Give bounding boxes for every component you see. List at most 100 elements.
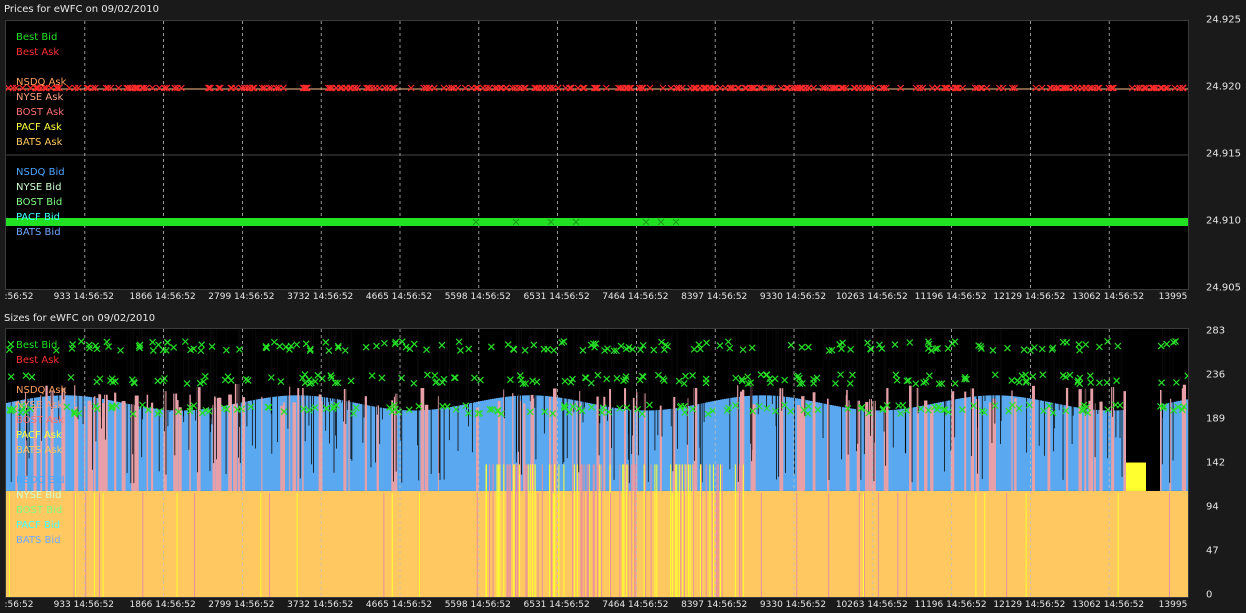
bid-size-marker [1039, 371, 1047, 379]
bid-size-marker [1030, 344, 1038, 351]
size-panel-title: Sizes for eWFC on 09/02/2010 [4, 313, 156, 324]
y-tick-label: 189 [1206, 413, 1226, 425]
x-tick-label: 7464 14:56:52 [602, 292, 669, 302]
nsdq-bid-bar [250, 400, 252, 491]
nsdq-bid-bar [442, 408, 444, 491]
bid-size-marker [1076, 346, 1084, 354]
nsdq-bid-bar [182, 410, 184, 491]
bid-size-marker [550, 346, 558, 354]
bid-size-marker [892, 371, 900, 379]
nsdq-bid-bar [372, 406, 374, 491]
nsdq-bid-bar [128, 404, 130, 491]
bid-size-marker [67, 373, 75, 381]
nsdq-bid-bar [368, 405, 370, 491]
ask-marker [468, 84, 476, 92]
bid-size-marker [314, 371, 322, 379]
x-tick-label: 8397 14:56:52 [681, 600, 748, 610]
ask-marker [574, 84, 582, 92]
ask-marker [871, 84, 879, 92]
nsdq-bid-bar [1104, 410, 1106, 491]
nsdq-bid-bar [658, 410, 660, 491]
bid-size-marker [948, 340, 956, 347]
ask-marker [726, 84, 734, 92]
nsdq-bid-bar [922, 405, 924, 491]
nsdq-bid-bar [268, 397, 270, 491]
x-tick-label: 11196 14:56:52 [914, 600, 987, 610]
size-legend-bats-ask: BATS Ask [16, 445, 63, 456]
nsdq-bid-bar [914, 407, 916, 491]
bid-size-marker [716, 342, 724, 349]
nsdq-bid-bar [1028, 398, 1030, 491]
nsdq-bid-bar [854, 408, 856, 491]
nsdq-bid-bar [1018, 396, 1020, 491]
bid-size-marker [201, 372, 209, 380]
x-tick-label: 2799 14:56:52 [208, 600, 275, 610]
nsdq-bid-bar [306, 395, 308, 491]
nsdq-bid-bar [616, 408, 618, 491]
x-tick-label: 13062 14:56:52 [1072, 600, 1145, 610]
nsdq-bid-bar [1074, 407, 1076, 491]
pacf-ask-block [1126, 462, 1146, 491]
size-legend-pacf-bid: PACF Bid [16, 520, 60, 531]
nsdq-bid-bar [290, 395, 292, 491]
nsdq-bid-bar [386, 408, 388, 491]
ask-marker [995, 84, 1003, 92]
bost-ask-bar [579, 391, 581, 491]
y-tick-label: 24.915 [1206, 148, 1241, 160]
nsdq-bid-bar [1174, 401, 1176, 491]
nsdq-bid-bar [1036, 399, 1038, 491]
bid-size-marker [242, 375, 250, 383]
nsdq-bid-bar [8, 402, 10, 491]
x-tick-label: 6531 14:56:52 [523, 292, 590, 302]
size-legend-best-ask: Best Ask [16, 355, 60, 366]
nsdq-bid-bar [938, 402, 940, 491]
x-tick-label: 1866 14:56:52 [129, 600, 196, 610]
bost-ask-bar [856, 400, 860, 491]
bid-size-marker [244, 377, 252, 384]
nsdq-bid-bar [278, 396, 280, 491]
ask-marker [734, 84, 742, 92]
x-tick-label: 12129 14:56:52 [993, 600, 1066, 610]
bid-size-marker [810, 379, 818, 387]
nsdq-bid-bar [906, 408, 908, 491]
nsdq-bid-bar [466, 403, 468, 491]
ask-marker [678, 84, 686, 92]
bost-ask-bar [1099, 401, 1103, 491]
bost-ask-bar [289, 386, 291, 491]
ask-marker [71, 84, 79, 92]
bost-ask-bar [292, 402, 297, 491]
nsdq-bid-bar [1076, 407, 1078, 491]
bost-ask-bar [74, 385, 76, 491]
nsdq-bid-bar [1176, 401, 1178, 491]
ask-marker [602, 84, 610, 92]
nsdq-bid-bar [732, 397, 734, 491]
bost-ask-bar [101, 403, 106, 491]
ask-marker [546, 84, 554, 92]
nsdq-bid-bar [816, 402, 818, 491]
x-tick-label: 3732 14:56:52 [287, 600, 354, 610]
x-tick-label: 1866 14:56:52 [129, 292, 196, 302]
size-plot-area [5, 328, 1189, 598]
nsdq-bid-bar [770, 395, 772, 491]
bost-ask-bar [297, 388, 300, 491]
ask-marker [376, 84, 383, 92]
nsdq-bid-bar [184, 410, 186, 491]
size-legend-nsdq-ask: NSDQ Ask [16, 385, 67, 396]
ask-marker [1032, 84, 1040, 92]
nsdq-bid-bar [760, 395, 762, 491]
x-tick-label: 7464 14:56:52 [602, 600, 669, 610]
price-legend-bats-ask: BATS Ask [16, 137, 63, 148]
ask-marker [148, 84, 156, 92]
nsdq-bid-bar [206, 408, 208, 491]
nsdq-bid-bar [890, 410, 892, 491]
bost-ask-bar [151, 402, 154, 491]
bid-size-marker [744, 373, 752, 381]
nsdq-bid-bar [830, 404, 832, 491]
ask-marker [479, 84, 487, 92]
bid-size-marker [451, 374, 459, 382]
bost-ask-bar [924, 400, 928, 491]
x-tick-label: 13062 14:56:52 [1072, 292, 1145, 302]
nsdq-bid-bar [408, 410, 410, 491]
bid-size-marker [277, 378, 285, 385]
bost-ask-bar [261, 396, 263, 491]
